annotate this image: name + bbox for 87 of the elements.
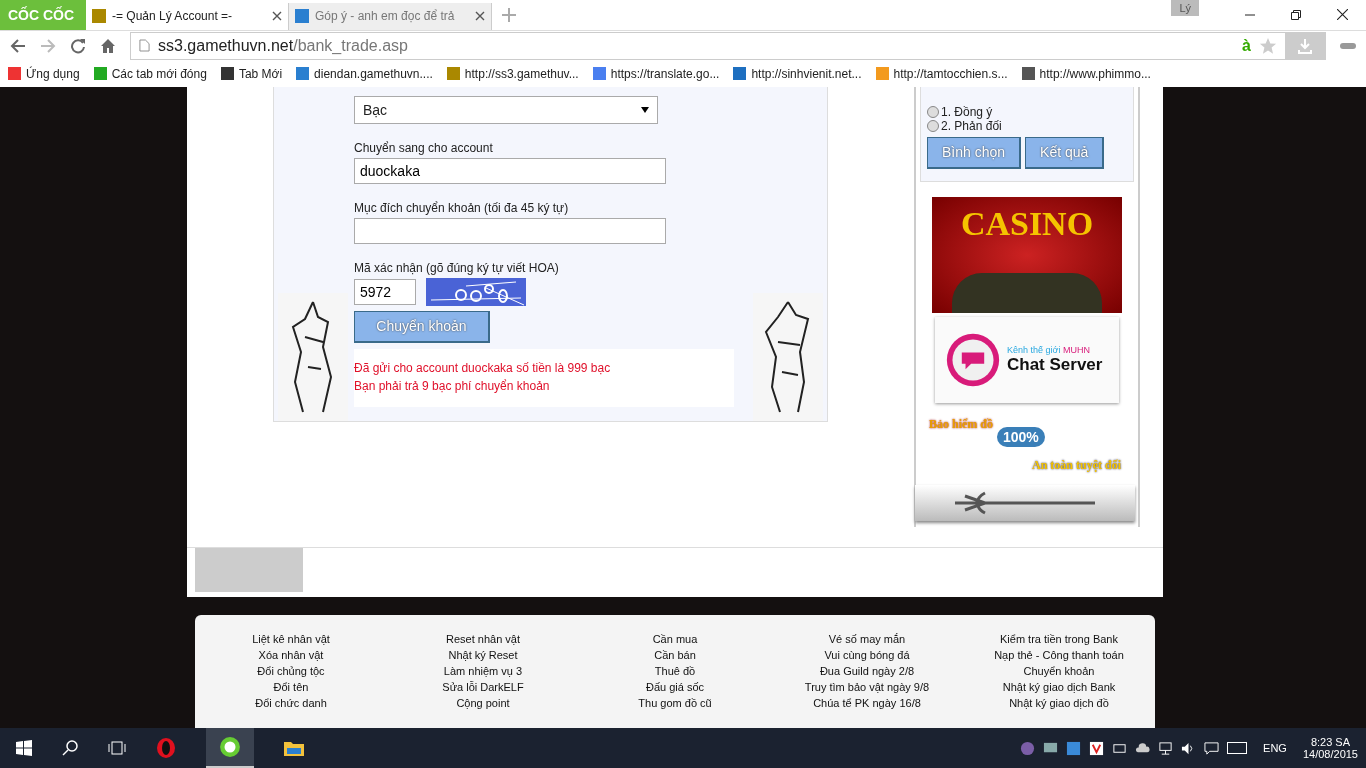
bookmark[interactable]: Tab Mới [220, 66, 283, 81]
star-icon[interactable] [1259, 36, 1277, 55]
result-message: Bạn phải trả 9 bạc phí chuyển khoản [354, 378, 551, 393]
footer-link[interactable]: Vui cùng bóng đá [824, 648, 910, 661]
dropdown-arrow-icon [641, 106, 649, 113]
address-bar[interactable]: ss3.gamethuvn.net/bank_trade.asp à [130, 31, 1326, 60]
text-field[interactable]: duockaka [354, 157, 666, 184]
chat-server-banner[interactable]: Kênh thế giới MUHN Chat Server [935, 316, 1119, 403]
footer-link[interactable]: Xóa nhân vật [258, 648, 324, 661]
task-view-icon[interactable] [108, 740, 126, 756]
radio-button[interactable] [927, 105, 939, 118]
footer-link[interactable]: Cần bán [654, 648, 696, 661]
folder-icon[interactable] [284, 740, 304, 756]
taskbar-app-button[interactable] [206, 728, 254, 768]
footer-link[interactable]: Nạp thẻ - Công thanh toán [994, 648, 1124, 661]
poll-option[interactable]: 1. Đồng ý [927, 104, 1127, 119]
close-icon[interactable] [475, 11, 485, 22]
footer-link[interactable]: Nhật ký giao dịch Bank [1002, 680, 1116, 693]
bookmark[interactable]: http://ss3.gamethuv... [446, 66, 579, 81]
footer-link[interactable]: Đua Guild ngày 2/8 [819, 664, 915, 677]
field-label: Chuyển sang cho account [354, 140, 494, 155]
casino-banner[interactable]: CASINO [932, 196, 1122, 313]
restore-icon[interactable] [1291, 9, 1301, 20]
footer-link[interactable]: Thuê đồ [654, 664, 696, 677]
opera-icon[interactable] [156, 738, 176, 758]
radio-button[interactable] [927, 119, 939, 132]
bookmark[interactable]: http://tamtocchien.s... [875, 66, 1008, 81]
text-field[interactable] [354, 217, 666, 244]
bookmark[interactable]: diendan.gamethuvn.... [296, 66, 433, 81]
g-favicon-icon [295, 9, 309, 24]
footer-link[interactable]: Vé số may mắn [828, 632, 906, 645]
close-icon[interactable] [272, 11, 282, 22]
footer-link[interactable]: Nhật ký Reset [448, 648, 518, 661]
footer-link[interactable]: Kiểm tra tiền trong Bank [1000, 632, 1118, 645]
result-message: Đã gửi cho account duockaka số tiền là 999 bạc [354, 360, 612, 375]
field-label: Mã xác nhận (gõ đúng ký tự viết HOA) [354, 260, 560, 275]
footer-link[interactable]: Chúa tể PK ngày 16/8 [813, 696, 921, 709]
page-icon [139, 39, 150, 53]
bookmark[interactable]: https://translate.go... [592, 66, 720, 81]
footer-link[interactable]: Đổi tên [273, 680, 309, 693]
v-app-icon[interactable] [1089, 740, 1105, 756]
field-label: Mục đích chuyển khoản (tối đa 45 ký tự) [354, 200, 570, 215]
insurance-tagline: An toàn tuyệt đối [1032, 457, 1121, 473]
windows-start-icon[interactable] [16, 740, 32, 756]
footer-link[interactable]: Truy tìm bảo vật ngày 9/8 [804, 680, 930, 693]
close-icon[interactable] [1337, 9, 1348, 21]
chat-caption: Kênh thế giới MUHN [1007, 344, 1091, 355]
footer-link[interactable]: Liệt kê nhân vật [252, 632, 330, 645]
menu-icon[interactable] [1340, 42, 1356, 49]
chat-bubble-icon [945, 331, 1001, 388]
home-icon[interactable] [100, 37, 116, 54]
keyboard-icon[interactable] [1227, 742, 1248, 754]
profile-button[interactable]: Lý [1171, 0, 1199, 16]
captcha-field[interactable]: 5972 [354, 278, 416, 305]
guarantee-badge: 100% [997, 426, 1045, 447]
footer-link[interactable]: Đấu giá sốc [645, 680, 705, 693]
asset-select[interactable]: Bạc [354, 95, 658, 124]
bookmark[interactable]: Ứng dụng [8, 66, 80, 81]
back-icon[interactable] [10, 37, 26, 54]
footer-link[interactable]: Sửa lỗi DarkELF [442, 680, 524, 693]
clock[interactable]: 8:23 SA 14/08/2015 [1302, 736, 1358, 760]
browser-app-icon [219, 736, 241, 758]
network-icon[interactable] [1158, 740, 1174, 756]
language-indicator[interactable]: ENG [1263, 742, 1287, 754]
game-favicon-icon [92, 9, 106, 24]
footer-link[interactable]: Cộng point [456, 696, 510, 709]
browser-tab[interactable]: Góp ý - anh em đọc để trả [289, 3, 492, 30]
footer-link[interactable]: Chuyển khoản [1023, 664, 1095, 677]
footer-link[interactable]: Đổi chức danh [255, 696, 327, 709]
footer-link[interactable]: Nhật ký giao dịch đồ [1009, 696, 1109, 709]
footer-link[interactable]: Thu gom đồ cũ [638, 696, 712, 709]
insurance-banner[interactable]: Bảo hiểm đồ 100% An toàn tuyệt đối [927, 412, 1127, 477]
insurance-title: Bảo hiểm đồ [929, 416, 993, 432]
bookmark[interactable]: http://sinhvienit.net... [733, 66, 862, 81]
app-tray-icon[interactable] [1066, 740, 1082, 756]
footer-link[interactable]: Reset nhân vật [446, 632, 520, 645]
search-icon[interactable] [62, 740, 78, 756]
footer-link[interactable]: Đổi chủng tộc [257, 664, 325, 677]
poll-option[interactable]: 2. Phản đối [927, 118, 1127, 133]
reload-icon[interactable] [70, 37, 86, 54]
download-icon [1297, 37, 1313, 54]
footer-link[interactable]: Cần mua [652, 632, 698, 645]
footer-link[interactable]: Làm nhiệm vụ 3 [443, 664, 523, 677]
chat-title: Chat Server [1007, 354, 1103, 375]
notification-icon[interactable] [1204, 740, 1220, 756]
bookmark[interactable]: Các tab mới đóng [93, 66, 207, 81]
bookmark[interactable]: http://www.phimmo... [1021, 66, 1151, 81]
